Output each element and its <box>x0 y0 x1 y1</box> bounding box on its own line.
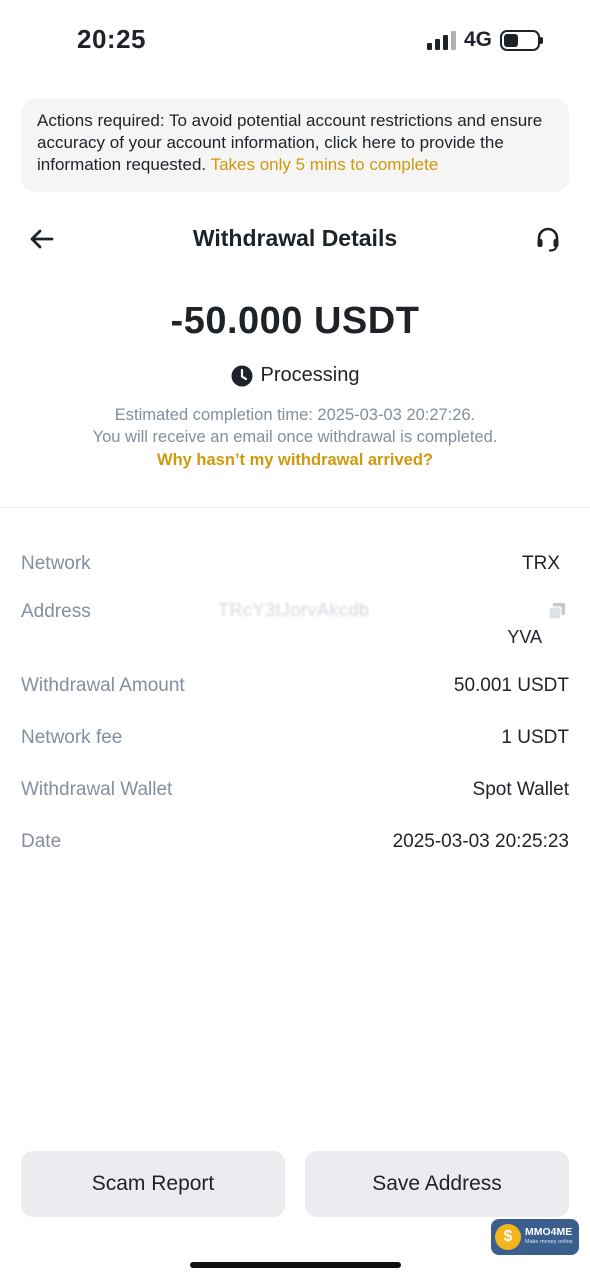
battery-icon <box>500 29 543 51</box>
withdrawal-wallet-label: Withdrawal Wallet <box>21 779 173 800</box>
account-notice-banner[interactable]: Actions required: To avoid potential acc… <box>21 99 569 192</box>
withdrawal-status: Processing <box>0 364 590 387</box>
notice-link[interactable]: Takes only 5 mins to complete <box>211 155 439 174</box>
watermark-tagline: Make money online <box>525 1239 573 1245</box>
estimate-line-2: You will receive an email once withdrawa… <box>92 428 498 446</box>
status-indicators: 4G <box>426 28 543 52</box>
network-label: Network <box>21 553 91 574</box>
clock-icon <box>231 365 253 386</box>
save-address-button[interactable]: Save Address <box>305 1151 569 1217</box>
copy-icon[interactable] <box>548 602 566 620</box>
scam-report-button[interactable]: Scam Report <box>21 1151 285 1217</box>
withdrawal-amount-display: -50.000 USDT <box>170 300 420 342</box>
mmo4me-watermark-logo: $ MMO4ME Make money online <box>491 1219 579 1255</box>
watermark-brand: MMO4ME <box>525 1226 573 1238</box>
withdrawal-wallet-value: Spot Wallet <box>472 779 569 800</box>
dollar-coin-icon: $ <box>495 1224 521 1250</box>
address-value-line-2: YVA <box>507 627 542 647</box>
withdrawal-amount-value: 50.001 USDT <box>453 675 569 696</box>
divider <box>0 507 590 508</box>
estimate-line-1: Estimated completion time: 2025-03-03 20… <box>114 406 476 424</box>
withdrawal-amount-label: Withdrawal Amount <box>21 675 185 696</box>
address-label: Address <box>21 601 91 622</box>
address-value-line-1: TRcY3tJorvAkcdb <box>218 600 370 620</box>
page-title: Withdrawal Details <box>192 225 398 251</box>
headset-icon[interactable] <box>534 225 562 253</box>
page-header: Withdrawal Details <box>0 215 590 263</box>
detail-row-network-fee: Network fee 1 USDT <box>21 727 569 749</box>
network-value: TRX <box>522 553 560 574</box>
detail-row-date: Date 2025-03-03 20:25:23 <box>21 831 569 853</box>
date-value: 2025-03-03 20:25:23 <box>392 831 569 852</box>
home-indicator[interactable] <box>190 1262 401 1268</box>
network-type: 4G <box>463 28 492 51</box>
network-fee-value: 1 USDT <box>501 727 569 748</box>
detail-row-network: Network TRX <box>21 553 569 575</box>
network-fee-label: Network fee <box>21 727 123 748</box>
status-time: 20:25 <box>77 24 146 54</box>
why-not-arrived-link[interactable]: Why hasn’t my withdrawal arrived? <box>0 451 590 470</box>
signal-icon <box>426 30 456 50</box>
status-bar: 20:25 4G <box>0 0 590 80</box>
status-text: Processing <box>260 364 360 386</box>
detail-row-withdrawal-amount: Withdrawal Amount 50.001 USDT <box>21 675 569 697</box>
date-label: Date <box>21 831 62 852</box>
detail-row-withdrawal-wallet: Withdrawal Wallet Spot Wallet <box>21 779 569 801</box>
estimated-completion-text: Estimated completion time: 2025-03-03 20… <box>0 404 590 448</box>
